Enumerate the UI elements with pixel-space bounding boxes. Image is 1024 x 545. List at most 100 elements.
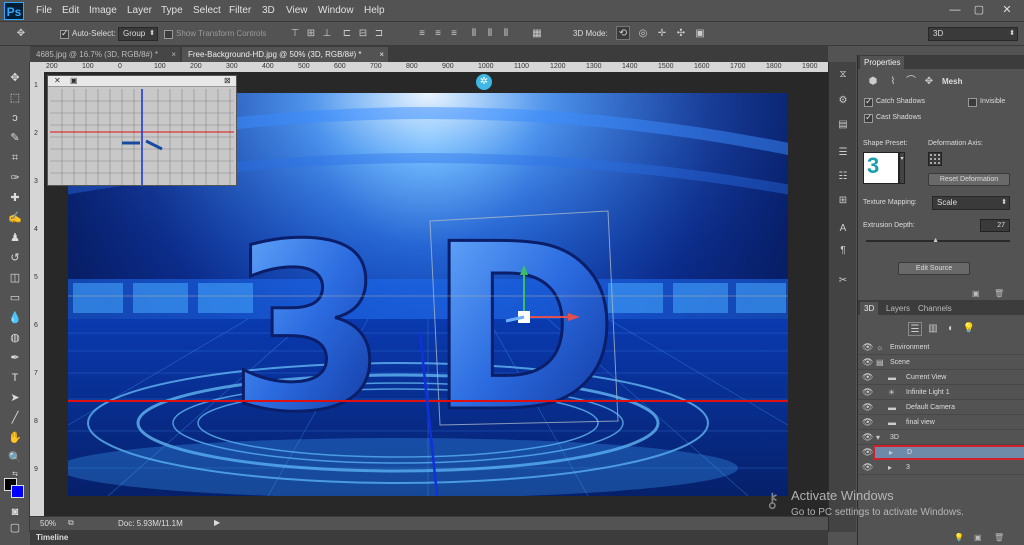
close-window-button[interactable]: ✕ bbox=[996, 2, 1018, 18]
layer-row-3[interactable]: 👁 ▸ 3 bbox=[858, 460, 1024, 475]
character-panel-icon[interactable]: A bbox=[836, 222, 850, 236]
menu-select[interactable]: Select bbox=[193, 5, 221, 16]
healing-tool-icon[interactable]: ✚ bbox=[6, 190, 24, 206]
coordinates-mode-icon[interactable]: ✥ bbox=[922, 75, 936, 89]
deform-mode-icon[interactable]: ⌇ bbox=[886, 75, 900, 89]
render-icon[interactable]: ▣ bbox=[972, 289, 980, 298]
line-tool-icon[interactable]: ╱ bbox=[6, 410, 24, 426]
visibility-eye-icon[interactable]: 👁 bbox=[862, 430, 873, 445]
paragraph-panel-icon[interactable]: ¶ bbox=[836, 244, 850, 258]
layer-row-environment[interactable]: 👁 ☼ Environment bbox=[858, 340, 1024, 355]
timeline-panel[interactable]: Timeline bbox=[30, 530, 828, 545]
distribute-left-icon[interactable]: ⫴ bbox=[467, 27, 481, 41]
minimize-button[interactable]: — bbox=[944, 2, 966, 18]
zoom-tool-icon[interactable]: 🔍 bbox=[6, 450, 24, 466]
tab-free-background[interactable]: Free-Background-HD.jpg @ 50% (3D, RGB/8#… bbox=[182, 47, 388, 62]
move-tool-icon[interactable]: ✥ bbox=[6, 70, 24, 86]
auto-align-icon[interactable]: ▦ bbox=[530, 27, 544, 41]
zoom-level[interactable]: 50% bbox=[40, 519, 56, 528]
extrusion-depth-input[interactable]: 27 bbox=[980, 219, 1010, 232]
visibility-eye-icon[interactable]: 👁 bbox=[862, 385, 873, 400]
roll-icon[interactable]: ◎ bbox=[636, 27, 650, 41]
distribute-bottom-icon[interactable]: ≡ bbox=[447, 27, 461, 41]
lasso-tool-icon[interactable]: ↄ bbox=[6, 110, 24, 126]
tab-layers[interactable]: Layers bbox=[882, 302, 914, 315]
quick-select-tool-icon[interactable]: ✎ bbox=[6, 130, 24, 146]
light-add-icon[interactable]: 💡 bbox=[954, 533, 964, 542]
align-bottom-icon[interactable]: ⊥ bbox=[320, 27, 334, 41]
visibility-eye-icon[interactable]: 👁 bbox=[862, 370, 873, 385]
visibility-eye-icon[interactable]: 👁 bbox=[862, 415, 873, 430]
path-select-tool-icon[interactable]: ➤ bbox=[6, 390, 24, 406]
background-color-swatch[interactable] bbox=[11, 485, 24, 498]
tab-close-icon[interactable]: × bbox=[379, 47, 384, 62]
hand-tool-icon[interactable]: ✋ bbox=[6, 430, 24, 446]
quick-mask-icon[interactable]: ◙ bbox=[6, 504, 24, 520]
tab-channels[interactable]: Channels bbox=[914, 302, 956, 315]
meshes-filter-icon[interactable]: ▥ bbox=[926, 322, 940, 336]
character-styles-icon[interactable]: ☷ bbox=[836, 170, 850, 184]
layer-row-scene[interactable]: 👁 ▤ Scene bbox=[858, 355, 1024, 370]
tab-4685[interactable]: 4685.jpg @ 16.7% (3D, RGB/8#) * × bbox=[30, 47, 180, 62]
align-left-icon[interactable]: ⊏ bbox=[340, 27, 354, 41]
edit-source-button[interactable]: Edit Source bbox=[898, 262, 970, 275]
auto-select-checkbox[interactable] bbox=[60, 28, 69, 39]
show-transform-checkbox[interactable] bbox=[164, 30, 173, 39]
gradient-tool-icon[interactable]: ▭ bbox=[6, 290, 24, 306]
tool-presets-icon[interactable]: ✂ bbox=[836, 274, 850, 288]
distribute-top-icon[interactable]: ≡ bbox=[415, 27, 429, 41]
materials-filter-icon[interactable]: ◐ bbox=[944, 322, 958, 336]
layer-row-final-view[interactable]: 👁 ▬ final view bbox=[858, 415, 1024, 430]
layer-row-current-view[interactable]: 👁 ▬ Current View bbox=[858, 370, 1024, 385]
tab-3d[interactable]: 3D bbox=[860, 302, 879, 315]
lights-filter-icon[interactable]: 💡 bbox=[962, 322, 976, 336]
extrusion-slider-thumb[interactable]: ▲ bbox=[932, 237, 939, 244]
blur-tool-icon[interactable]: 💧 bbox=[6, 310, 24, 326]
adjustments-panel-icon[interactable]: ⚙ bbox=[836, 94, 850, 108]
pen-tool-icon[interactable]: ✒ bbox=[6, 350, 24, 366]
type-tool-icon[interactable]: T bbox=[6, 370, 24, 386]
menu-edit[interactable]: Edit bbox=[62, 5, 79, 16]
3d-secondary-view[interactable]: ✕ ▣ ⊠ bbox=[47, 75, 237, 186]
distribute-vcenter-icon[interactable]: ≡ bbox=[431, 27, 445, 41]
align-top-icon[interactable]: ⊤ bbox=[288, 27, 302, 41]
3d-axis-widget-icon[interactable]: ✲ bbox=[476, 74, 492, 90]
close-icon[interactable]: ✕ bbox=[54, 76, 61, 85]
menu-type[interactable]: Type bbox=[161, 5, 183, 16]
whole-scene-filter-icon[interactable]: ☰ bbox=[908, 322, 922, 336]
layer-row-3d[interactable]: 👁 ▾ 3D bbox=[858, 430, 1024, 445]
menu-help[interactable]: Help bbox=[364, 5, 385, 16]
screen-mode-icon[interactable]: ▢ bbox=[6, 520, 24, 536]
layer-row-infinite-light-1[interactable]: 👁 ☀ Infinite Light 1 bbox=[858, 385, 1024, 400]
distribute-right-icon[interactable]: ⫴ bbox=[499, 27, 513, 41]
status-menu-arrow-icon[interactable]: ▶ bbox=[214, 518, 220, 527]
slide-icon[interactable]: ✣ bbox=[674, 27, 688, 41]
stamp-tool-icon[interactable]: ♟ bbox=[6, 230, 24, 246]
align-hcenter-icon[interactable]: ⊟ bbox=[356, 27, 370, 41]
menu-layer[interactable]: Layer bbox=[127, 5, 152, 16]
restore-button[interactable]: ▢ bbox=[968, 2, 990, 18]
brush-tool-icon[interactable]: ✍ bbox=[6, 210, 24, 226]
catch-shadows-checkbox[interactable] bbox=[864, 96, 873, 107]
layer-row-default-camera[interactable]: 👁 ▬ Default Camera bbox=[858, 400, 1024, 415]
swap-view-icon[interactable]: ⊠ bbox=[224, 76, 231, 85]
menu-window[interactable]: Window bbox=[318, 5, 354, 16]
deformation-axis-grid[interactable] bbox=[928, 152, 942, 166]
tab-properties[interactable]: Properties bbox=[860, 56, 905, 69]
orbit-icon[interactable]: ⟲ bbox=[616, 26, 630, 40]
visibility-eye-icon[interactable]: 👁 bbox=[862, 340, 873, 355]
paragraph-styles-icon[interactable]: ☰ bbox=[836, 146, 850, 160]
new-icon[interactable]: ▣ bbox=[974, 533, 982, 542]
reset-deformation-button[interactable]: Reset Deformation bbox=[928, 173, 1010, 186]
delete-icon[interactable]: 🗑 bbox=[994, 289, 1004, 298]
visibility-eye-icon[interactable]: 👁 bbox=[862, 400, 873, 415]
cast-shadows-checkbox[interactable] bbox=[864, 112, 873, 123]
shape-preset-dropdown-icon[interactable]: ▾ bbox=[899, 152, 905, 184]
texture-mapping-dropdown[interactable]: Scale bbox=[932, 196, 1010, 210]
cap-mode-icon[interactable]: ⌒ bbox=[904, 75, 918, 89]
layer-row-d[interactable]: 👁 ▸ D bbox=[862, 445, 1024, 460]
history-panel-icon[interactable]: ⧖ bbox=[836, 68, 850, 82]
align-right-icon[interactable]: ⊐ bbox=[372, 27, 386, 41]
visibility-eye-icon[interactable]: 👁 bbox=[862, 355, 873, 370]
menu-file[interactable]: File bbox=[36, 5, 52, 16]
